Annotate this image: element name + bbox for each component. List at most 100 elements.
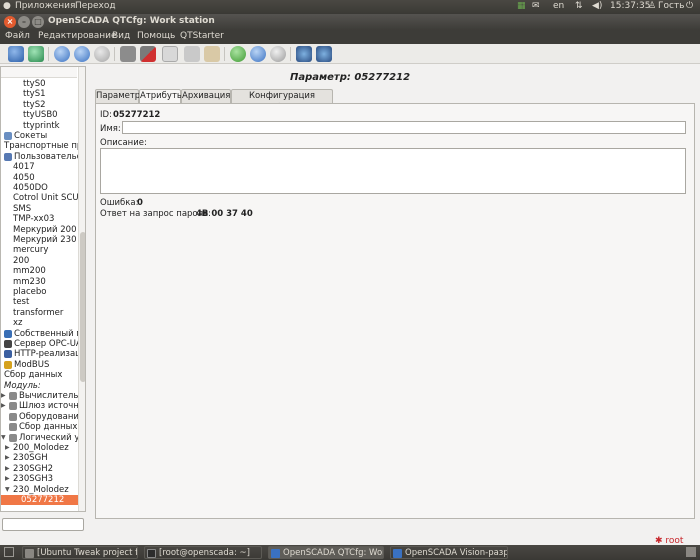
tree-item[interactable]: transformer [1, 308, 79, 318]
save-db-icon[interactable] [28, 46, 44, 62]
tree-filter-input[interactable] [2, 518, 84, 531]
tree-item[interactable]: test [1, 297, 79, 307]
tree-item[interactable]: ttyS1 [1, 89, 79, 99]
tree-item[interactable]: 4050 [1, 173, 79, 183]
minimize-window-icon[interactable]: – [18, 16, 30, 28]
tree-item[interactable]: placebo [1, 287, 79, 297]
taskbar-item-vision[interactable]: OpenSCADA Vision-разр... [390, 546, 508, 559]
tab-archiving[interactable]: Архивация [181, 89, 231, 103]
expand-arrow-icon[interactable]: ▶ [5, 443, 11, 453]
paste-icon[interactable] [204, 46, 220, 62]
expand-arrow-icon[interactable]: ▶ [5, 474, 11, 484]
ubuntu-logo-icon[interactable]: ● [3, 1, 11, 11]
tree-item[interactable]: 4017 [1, 162, 79, 172]
tree-item[interactable]: ▶ Шлюз источн [1, 401, 79, 411]
menu-qtstarter[interactable]: QTStarter [180, 31, 224, 41]
scroll-right-icon[interactable]: ▶ [75, 510, 80, 511]
load-db-icon[interactable] [8, 46, 24, 62]
window-titlebar[interactable]: × – □ OpenSCADA QTCfg: Work station [0, 14, 700, 30]
network-icon[interactable]: ⇅ [575, 1, 583, 11]
stop-icon[interactable] [270, 46, 286, 62]
copy-icon[interactable] [162, 46, 178, 62]
tree-item[interactable]: mm200 [1, 266, 79, 276]
tree-item[interactable]: SMS [1, 204, 79, 214]
expand-arrow-icon[interactable]: ▶ [5, 453, 11, 463]
tree-item[interactable]: Сбор данных [1, 370, 79, 380]
tree-item[interactable]: Сокеты [1, 131, 79, 141]
openscada-vision-icon[interactable] [316, 46, 332, 62]
forward-arrow-icon[interactable] [94, 46, 110, 62]
tree-item[interactable]: Cotrol Unit SCU7 [1, 193, 79, 203]
tree-item[interactable]: TMP-xx03 [1, 214, 79, 224]
menu-help[interactable]: Помощь [137, 31, 175, 41]
taskbar-item-qtcfg[interactable]: OpenSCADA QTCfg: Wor... [268, 546, 384, 559]
openscada-qtcfg-icon[interactable] [296, 46, 312, 62]
tree-item[interactable]: ttyUSB0 [1, 110, 79, 120]
tree-item[interactable]: ▶ 230SGH3 [1, 474, 79, 484]
tree-horizontal-scrollbar[interactable]: ◀ ▶ [3, 510, 80, 511]
tree-item[interactable]: mm230 [1, 277, 79, 287]
volume-icon[interactable]: ◀) [592, 1, 602, 11]
tree-vertical-scrollbar[interactable] [78, 67, 85, 511]
tree-item[interactable]: ▼ 230_Molodez [1, 485, 79, 495]
description-field[interactable] [100, 148, 686, 194]
tree-item[interactable]: Оборудовани [1, 412, 79, 422]
tree-item[interactable]: ttyprintk [1, 121, 79, 131]
tree-item[interactable]: xz [1, 318, 79, 328]
refresh-icon[interactable] [230, 46, 246, 62]
tab-parameter[interactable]: Параметр [95, 89, 140, 103]
trash-icon[interactable] [686, 547, 696, 557]
tree-item[interactable]: Меркурий 230 [1, 235, 79, 245]
tab-template-config[interactable]: Конфигурация шаблона [231, 89, 333, 113]
scrollbar-thumb[interactable] [80, 232, 85, 382]
system-monitor-icon[interactable]: ▦ [517, 1, 526, 11]
help-icon[interactable] [250, 46, 266, 62]
tree-item[interactable]: Пользовательск [1, 152, 79, 162]
expand-arrow-icon[interactable]: ▶ [1, 401, 7, 411]
tree-item[interactable]: mercury [1, 245, 79, 255]
power-icon[interactable]: ⏻ [686, 1, 693, 11]
tree-item[interactable]: 200 [1, 256, 79, 266]
back-arrow-icon[interactable] [74, 46, 90, 62]
up-arrow-icon[interactable] [54, 46, 70, 62]
cut-icon[interactable] [184, 46, 200, 62]
taskbar-item-ubuntu-tweak[interactable]: [Ubuntu Tweak project fil... [22, 546, 138, 559]
tree-item[interactable]: ▶ Вычислитель [1, 391, 79, 401]
tree-item[interactable]: Меркурий 200 [1, 225, 79, 235]
tree-item[interactable]: ▶ 230SGH2 [1, 464, 79, 474]
show-desktop-icon[interactable] [4, 547, 14, 557]
tree-item-selected[interactable]: 05277212 [1, 495, 79, 506]
taskbar-item-terminal[interactable]: [root@openscada: ~] [144, 546, 262, 559]
tree-item[interactable]: Сервер OPC-UA [1, 339, 79, 349]
expand-arrow-icon[interactable]: ▶ [1, 391, 7, 401]
scroll-left-icon[interactable]: ◀ [3, 510, 8, 511]
name-field[interactable] [122, 121, 686, 134]
navigation-tree[interactable]: ttyS0 ttyS1 ttyS2 ttyUSB0 ttyprintk Сокеты Тра… [1, 79, 79, 511]
tree-item[interactable]: ▼ Логический у [1, 433, 79, 443]
maximize-window-icon[interactable]: □ [32, 16, 44, 28]
tree-item[interactable]: Собственный пр [1, 329, 79, 339]
tree-item[interactable]: 4050DO [1, 183, 79, 193]
tree-item[interactable]: Транспортные прот [1, 141, 79, 151]
add-item-icon[interactable] [120, 46, 136, 62]
tree-item[interactable]: ttyS0 [1, 79, 79, 89]
menu-edit[interactable]: Редактирование [38, 31, 117, 41]
places-menu[interactable]: Переход [75, 1, 116, 11]
tree-item[interactable]: HTTP-реализац [1, 349, 79, 359]
menu-view[interactable]: Вид [112, 31, 130, 41]
clock[interactable]: 15:37:35 [610, 1, 650, 11]
expand-arrow-icon[interactable]: ▶ [5, 464, 11, 474]
tab-attributes[interactable]: Атрибуты [139, 89, 184, 104]
tree-item[interactable]: ▶ 200_Molodez [1, 443, 79, 453]
tree-item[interactable]: ▶ 230SGH [1, 453, 79, 463]
tree-item[interactable]: ttyS2 [1, 100, 79, 110]
user-menu[interactable]: Гость [658, 1, 685, 11]
collapse-arrow-icon[interactable]: ▼ [5, 485, 11, 495]
collapse-arrow-icon[interactable]: ▼ [1, 433, 7, 443]
applications-menu[interactable]: Приложения [15, 1, 75, 11]
close-window-icon[interactable]: × [4, 16, 16, 28]
keyboard-layout-indicator[interactable]: en [553, 1, 564, 11]
tree-item[interactable]: ModBUS [1, 360, 79, 370]
mail-icon[interactable]: ✉ [532, 1, 540, 11]
menu-file[interactable]: Файл [5, 31, 30, 41]
